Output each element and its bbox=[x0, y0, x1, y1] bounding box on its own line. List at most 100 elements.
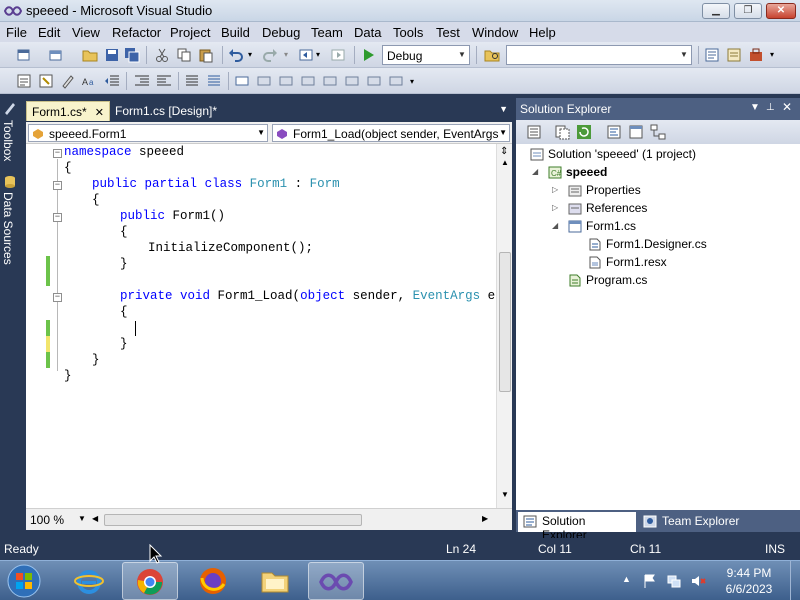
display-object-member-list-icon[interactable] bbox=[16, 73, 32, 89]
split-window-icon[interactable]: ⇕ bbox=[500, 146, 508, 157]
vertical-scroll-thumb[interactable] bbox=[499, 252, 511, 392]
next-bookmark-icon[interactable] bbox=[278, 73, 294, 89]
scroll-left-icon[interactable]: ◀ bbox=[92, 514, 98, 523]
menu-test[interactable]: Test bbox=[436, 25, 460, 40]
tab-list-dropdown-icon[interactable]: ▼ bbox=[499, 104, 508, 114]
class-diagram-icon[interactable] bbox=[650, 124, 666, 140]
paste-icon[interactable] bbox=[198, 47, 214, 63]
undo-dropdown-icon[interactable]: ▾ bbox=[248, 50, 252, 59]
toolbar-overflow-icon[interactable]: ▾ bbox=[410, 77, 414, 86]
next-bookmark-in-document-icon[interactable] bbox=[366, 73, 382, 89]
new-project-icon[interactable] bbox=[16, 47, 32, 63]
volume-muted-icon[interactable] bbox=[690, 573, 706, 589]
network-icon[interactable] bbox=[666, 573, 682, 589]
data-sources-tab[interactable]: Data Sources bbox=[1, 192, 19, 265]
collapse-arrow-icon[interactable]: ◢ bbox=[532, 167, 538, 176]
firefox-taskbar-button[interactable] bbox=[186, 562, 242, 600]
menu-view[interactable]: View bbox=[72, 25, 100, 40]
view-code-icon[interactable] bbox=[606, 124, 622, 140]
toggle-bookmark-icon[interactable] bbox=[234, 73, 250, 89]
save-icon[interactable] bbox=[104, 47, 120, 63]
collapse-icon[interactable]: − bbox=[53, 293, 62, 302]
menu-file[interactable]: File bbox=[6, 25, 27, 40]
scroll-right-icon[interactable]: ▶ bbox=[482, 514, 488, 523]
open-folder-icon[interactable] bbox=[82, 47, 98, 63]
horizontal-scroll-thumb[interactable] bbox=[104, 514, 362, 526]
view-designer-icon[interactable] bbox=[628, 124, 644, 140]
toolbox-icon[interactable] bbox=[748, 47, 764, 63]
properties-window-icon[interactable] bbox=[726, 47, 742, 63]
navigate-backward-icon[interactable] bbox=[298, 47, 314, 63]
display-parameter-info-icon[interactable] bbox=[38, 73, 54, 89]
menu-build[interactable]: Build bbox=[221, 25, 250, 40]
show-desktop-button[interactable] bbox=[790, 561, 800, 600]
visual-studio-taskbar-button[interactable] bbox=[308, 562, 364, 600]
maximize-button[interactable]: ❐ bbox=[734, 3, 762, 19]
zoom-level[interactable]: 100 % bbox=[30, 513, 64, 527]
close-tab-icon[interactable]: ✕ bbox=[95, 107, 104, 119]
find-combo[interactable]: ▼ bbox=[506, 45, 692, 65]
previous-bookmark-in-folder-icon[interactable] bbox=[300, 73, 316, 89]
copy-icon[interactable] bbox=[176, 47, 192, 63]
zoom-dropdown-icon[interactable]: ▼ bbox=[78, 514, 86, 523]
menu-tools[interactable]: Tools bbox=[393, 25, 423, 40]
navigate-dropdown-icon[interactable]: ▾ bbox=[316, 50, 320, 59]
close-panel-icon[interactable]: ✕ bbox=[782, 100, 792, 114]
menu-refactor[interactable]: Refactor bbox=[112, 25, 161, 40]
collapse-arrow-icon[interactable]: ◢ bbox=[552, 221, 558, 230]
menu-data[interactable]: Data bbox=[354, 25, 381, 40]
window-position-dropdown-icon[interactable]: ▼ bbox=[750, 102, 760, 113]
decrease-indent-icon[interactable] bbox=[104, 73, 120, 89]
menu-team[interactable]: Team bbox=[311, 25, 343, 40]
solution-explorer-toolbar-icon[interactable] bbox=[704, 47, 720, 63]
collapse-icon[interactable]: − bbox=[53, 149, 62, 158]
comment-out-lines-icon[interactable] bbox=[184, 73, 200, 89]
next-bookmark-in-folder-icon[interactable] bbox=[322, 73, 338, 89]
navigate-forward-icon[interactable] bbox=[330, 47, 346, 63]
types-dropdown[interactable]: speeed.Form1 ▼ bbox=[28, 124, 268, 142]
previous-bookmark-icon[interactable] bbox=[256, 73, 272, 89]
file-explorer-taskbar-button[interactable] bbox=[248, 562, 304, 600]
undo-icon[interactable] bbox=[228, 47, 244, 63]
minimize-button[interactable]: ▁ bbox=[702, 3, 730, 19]
start-debugging-icon[interactable] bbox=[360, 47, 376, 63]
pin-icon[interactable]: ⊥ bbox=[766, 102, 775, 113]
refresh-icon[interactable] bbox=[576, 124, 592, 140]
menu-help[interactable]: Help bbox=[529, 25, 556, 40]
find-in-files-icon[interactable] bbox=[484, 47, 500, 63]
previous-bookmark-in-document-icon[interactable] bbox=[344, 73, 360, 89]
cut-icon[interactable] bbox=[154, 47, 170, 63]
scroll-up-icon[interactable]: ▲ bbox=[501, 158, 509, 167]
scroll-down-icon[interactable]: ▼ bbox=[501, 490, 509, 499]
display-word-completion-icon[interactable]: Aa bbox=[82, 73, 98, 89]
show-all-files-icon[interactable] bbox=[554, 124, 570, 140]
save-all-icon[interactable] bbox=[124, 47, 140, 63]
code-text-area[interactable]: − − − − namespace speeed { public partia… bbox=[26, 144, 512, 508]
collapse-icon[interactable]: − bbox=[53, 213, 62, 222]
menu-project[interactable]: Project bbox=[170, 25, 210, 40]
system-clock[interactable]: 9:44 PM 6/6/2023 bbox=[712, 565, 786, 597]
chrome-taskbar-button[interactable] bbox=[122, 562, 178, 600]
solution-configuration-dropdown[interactable]: Debug ▼ bbox=[382, 45, 470, 65]
quick-info-icon[interactable] bbox=[60, 73, 76, 89]
outdent-icon[interactable] bbox=[156, 73, 172, 89]
collapse-icon[interactable]: − bbox=[53, 181, 62, 190]
redo-icon[interactable] bbox=[262, 47, 278, 63]
show-hidden-icons-icon[interactable]: ▲ bbox=[622, 574, 631, 584]
action-center-flag-icon[interactable] bbox=[642, 573, 658, 589]
menu-debug[interactable]: Debug bbox=[262, 25, 300, 40]
redo-dropdown-icon[interactable]: ▾ bbox=[284, 50, 288, 59]
menu-edit[interactable]: Edit bbox=[38, 25, 60, 40]
menu-window[interactable]: Window bbox=[472, 25, 518, 40]
tab-solution-explorer[interactable]: Solution Explorer bbox=[518, 512, 636, 542]
tab-team-explorer[interactable]: Team Explorer bbox=[638, 512, 748, 532]
vertical-scrollbar[interactable]: ⇕ ▲ ▼ bbox=[496, 144, 512, 508]
start-button-icon[interactable] bbox=[4, 562, 44, 600]
properties-icon[interactable] bbox=[526, 124, 542, 140]
increase-indent-icon[interactable] bbox=[134, 73, 150, 89]
toolbar-overflow-icon[interactable]: ▾ bbox=[770, 50, 774, 59]
uncomment-lines-icon[interactable] bbox=[206, 73, 222, 89]
expand-arrow-icon[interactable]: ▷ bbox=[552, 203, 558, 212]
data-sources-icon[interactable] bbox=[2, 174, 18, 190]
toolbox-tab[interactable]: Toolbox bbox=[1, 120, 19, 161]
